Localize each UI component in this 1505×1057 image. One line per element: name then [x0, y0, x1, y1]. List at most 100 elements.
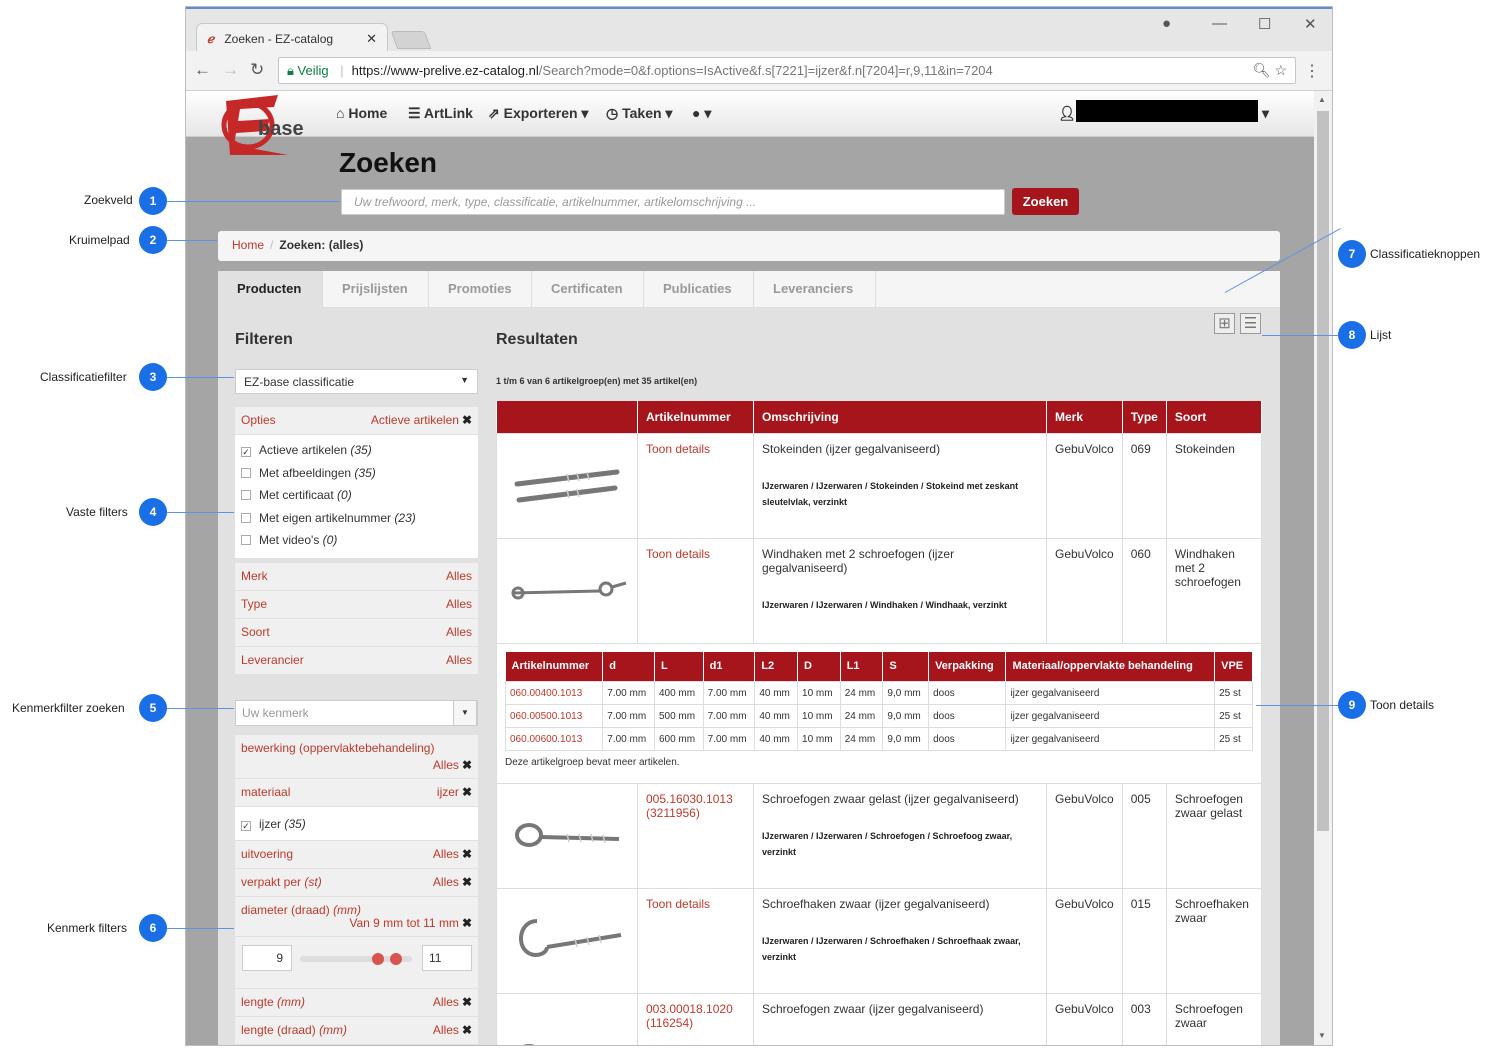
- search-input[interactable]: Uw trefwoord, merk, type, classificatie,…: [341, 189, 1005, 215]
- menu-icon[interactable]: ⋮: [1304, 61, 1320, 81]
- clear-icon[interactable]: ✖: [462, 413, 472, 427]
- classification-select[interactable]: EZ-base classificatie ▼: [235, 369, 478, 394]
- kenmerk-search-input[interactable]: Uw kenmerk ▼: [235, 700, 478, 726]
- range-max-handle[interactable]: [390, 953, 402, 965]
- toon-details-link[interactable]: Toon details: [646, 897, 710, 911]
- search-button[interactable]: Zoeken: [1012, 188, 1079, 215]
- product-artikelnummer-link[interactable]: 005.16030.1013 (3211956): [646, 792, 733, 820]
- option-actieve-artikelen[interactable]: ✓ Actieve artikelen (35): [235, 441, 478, 464]
- main-content: Producten Prijslijsten Promoties Certifi…: [218, 271, 1280, 1045]
- product-soort: Schroefogen zwaar gelast: [1165, 782, 1263, 889]
- kenmerk-lengte-draad[interactable]: lengte (draad) (mm) Alles ✖: [235, 1017, 478, 1045]
- product-artikelnummer-link[interactable]: 003.00018.1020 (116254): [646, 1002, 733, 1030]
- tab-certificaten[interactable]: Certificaten: [532, 271, 644, 308]
- kenmerk-uitvoering[interactable]: uitvoering Alles ✖: [235, 841, 478, 869]
- url-field[interactable]: 🔒︎ Veilig | https://www-prelive.ez-catalo…: [278, 57, 1296, 84]
- kenmerk-lengte[interactable]: lengte (mm) Alles ✖: [235, 989, 478, 1017]
- annotation-label-lijst: Lijst: [1370, 328, 1392, 342]
- detail-cell: ijzer gegalvaniseerd: [1005, 681, 1216, 705]
- kenmerk-label: lengte (draad): [241, 1023, 316, 1037]
- kenmerk-bewerking[interactable]: bewerking (oppervlaktebehandeling) Alles ✖: [235, 735, 478, 779]
- range-min-input[interactable]: 9: [242, 945, 292, 971]
- nav-exporteren[interactable]: ⇗ Exporteren ▾: [488, 105, 588, 122]
- new-tab-button[interactable]: [390, 31, 432, 49]
- clear-icon[interactable]: ✖: [462, 758, 472, 772]
- detail-artikelnummer-link[interactable]: 060.00500.1013: [504, 704, 604, 728]
- clear-icon[interactable]: ✖: [462, 785, 472, 799]
- options-filter-header[interactable]: Opties Actieve artikelen ✖: [235, 407, 478, 435]
- checkbox-checked-icon[interactable]: ✓: [241, 821, 251, 831]
- nav-help[interactable]: ● ▾: [692, 105, 711, 122]
- zoom-star-icons[interactable]: 🔍︎ ☆: [1253, 62, 1287, 79]
- nav-exporteren-label: Exporteren: [503, 105, 578, 121]
- column-header-type[interactable]: Type: [1122, 401, 1167, 433]
- filter-type[interactable]: Type Alles: [235, 591, 478, 619]
- filter-soort[interactable]: Soort Alles: [235, 619, 478, 647]
- breadcrumb-home[interactable]: Home: [232, 238, 264, 252]
- kenmerk-diameter[interactable]: diameter (draad) (mm) Van 9 mm tot 11 mm ✖: [235, 897, 478, 937]
- checkbox-checked-icon[interactable]: ✓: [241, 447, 251, 457]
- clear-icon[interactable]: ✖: [462, 847, 472, 861]
- minimize-icon[interactable]: —: [1212, 15, 1227, 32]
- checkbox-icon[interactable]: [241, 467, 251, 478]
- user-menu-caret[interactable]: ▾: [1262, 105, 1269, 122]
- clear-icon[interactable]: ✖: [462, 1023, 472, 1037]
- scroll-down-icon[interactable]: ▼: [1318, 1031, 1326, 1040]
- filter-label: Type: [241, 597, 268, 611]
- nav-home[interactable]: ⌂ Home: [336, 105, 387, 121]
- kenmerk-label: lengte: [241, 995, 274, 1009]
- close-tab-icon[interactable]: ✕: [366, 31, 377, 47]
- column-header-soort[interactable]: Soort: [1166, 401, 1263, 433]
- tab-leveranciers[interactable]: Leveranciers: [754, 271, 876, 308]
- filter-merk[interactable]: Merk Alles: [235, 563, 478, 591]
- column-header-artikelnummer[interactable]: Artikelnummer: [637, 401, 754, 433]
- checkbox-icon[interactable]: [241, 490, 251, 500]
- clear-icon[interactable]: ✖: [462, 875, 472, 889]
- option-met-eigen-artikelnummer[interactable]: Met eigen artikelnummer (23): [235, 509, 478, 532]
- detail-cell: 40 mm: [754, 704, 799, 728]
- grid-view-icon[interactable]: ⊞: [1214, 313, 1235, 334]
- range-max-input[interactable]: 11: [422, 945, 472, 971]
- tab-producten[interactable]: Producten: [218, 271, 323, 308]
- forward-icon[interactable]: →: [222, 60, 239, 80]
- user-name-redacted[interactable]: [1076, 100, 1258, 122]
- option-ijzer[interactable]: ✓ ijzer (35): [235, 807, 478, 841]
- tab-publicaties[interactable]: Publicaties: [644, 271, 754, 308]
- column-header-omschrijving[interactable]: Omschrijving: [753, 401, 1047, 433]
- kenmerk-materiaal[interactable]: materiaal ijzer ✖: [235, 779, 478, 807]
- filter-leverancier[interactable]: Leverancier Alles: [235, 647, 478, 675]
- column-header-merk[interactable]: Merk: [1046, 401, 1123, 433]
- scroll-up-icon[interactable]: ▲: [1318, 95, 1326, 104]
- list-view-icon[interactable]: ☰: [1240, 313, 1261, 334]
- tab-promoties[interactable]: Promoties: [429, 271, 532, 308]
- option-met-videos[interactable]: Met video's (0): [235, 531, 478, 554]
- detail-artikelnummer-link[interactable]: 060.00600.1013: [504, 727, 604, 751]
- product-description: Schroefogen zwaar (ijzer gegalvaniseerd): [762, 1001, 984, 1016]
- option-met-afbeeldingen[interactable]: Met afbeeldingen (35): [235, 464, 478, 487]
- option-met-certificaat[interactable]: Met certificaat (0): [235, 486, 478, 509]
- detail-artikelnummer-link[interactable]: 060.00400.1013: [504, 681, 604, 705]
- detail-col-l1: L1: [840, 651, 884, 682]
- close-window-icon[interactable]: ✕: [1304, 15, 1317, 33]
- checkbox-icon[interactable]: [241, 535, 251, 545]
- scroll-thumb[interactable]: [1317, 111, 1329, 831]
- toon-details-link[interactable]: Toon details: [646, 442, 710, 456]
- kenmerk-verpakt-per[interactable]: verpakt per (st) Alles ✖: [235, 869, 478, 897]
- range-min-handle[interactable]: [372, 953, 384, 965]
- tab-prijslijsten[interactable]: Prijslijsten: [323, 271, 429, 308]
- reload-icon[interactable]: ↻: [250, 60, 264, 80]
- nav-taken[interactable]: ◷ Taken ▾: [606, 105, 672, 122]
- detail-cell: doos: [928, 727, 1007, 751]
- maximize-icon[interactable]: ☐: [1258, 15, 1271, 33]
- toon-details-link[interactable]: Toon details: [646, 547, 710, 561]
- product-image: [496, 782, 638, 889]
- clear-icon[interactable]: ✖: [462, 916, 472, 930]
- kenmerk-dropdown-button[interactable]: ▼: [453, 700, 477, 726]
- clear-icon[interactable]: ✖: [462, 995, 472, 1009]
- options-filter: Opties Actieve artikelen ✖ ✓ Actieve artik…: [235, 407, 478, 558]
- profile-icon[interactable]: ●: [1162, 15, 1171, 32]
- nav-artlink[interactable]: ☰ ArtLink: [408, 105, 473, 122]
- back-icon[interactable]: ←: [194, 60, 211, 80]
- kenmerk-label: diameter (draad): [241, 903, 330, 917]
- checkbox-icon[interactable]: [241, 512, 251, 523]
